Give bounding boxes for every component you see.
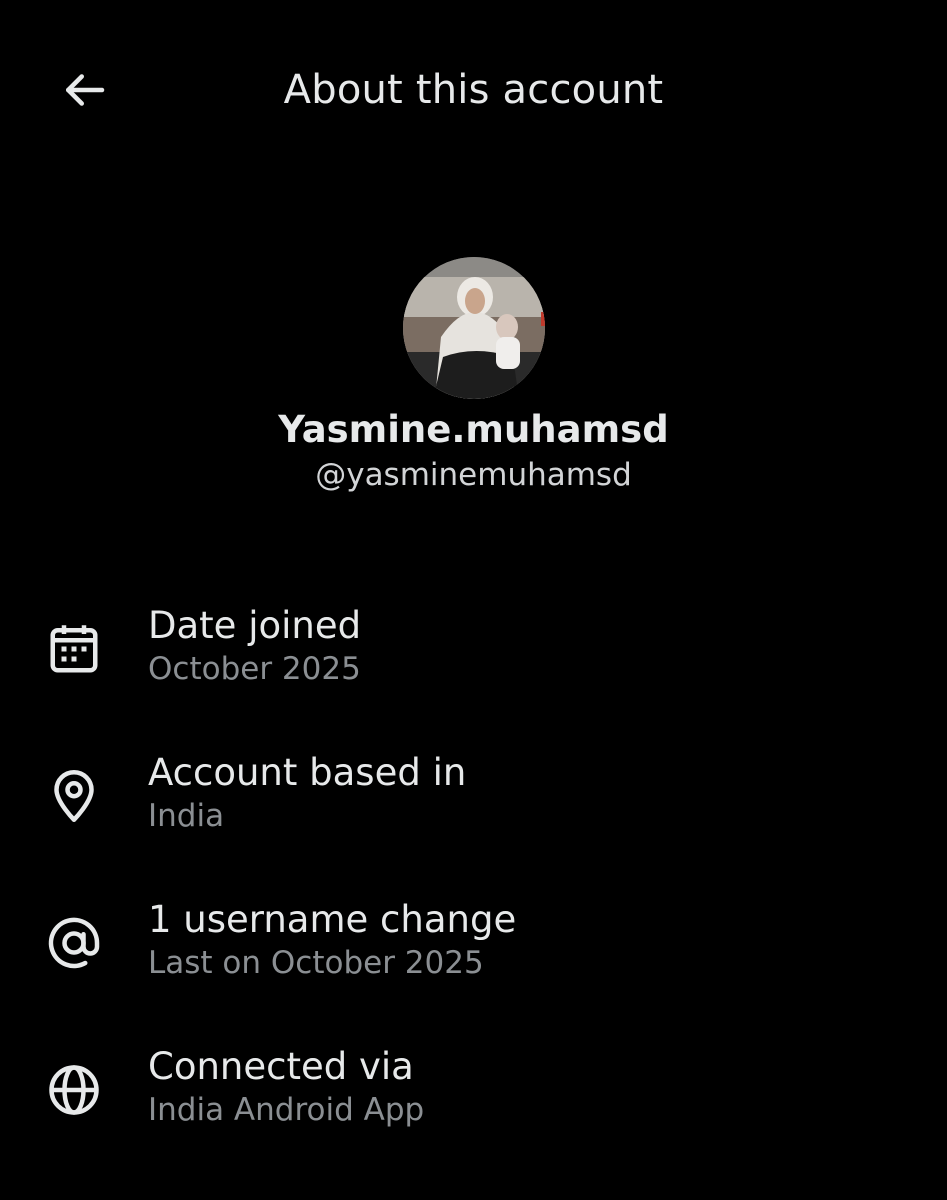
detail-title: Date joined (148, 604, 362, 647)
globe-icon (49, 1065, 99, 1115)
avatar-photo (402, 257, 545, 399)
detail-value: Last on October 2025 (148, 945, 484, 981)
account-details-list: Date joined October 2025 Account based i… (0, 603, 947, 1191)
calendar-icon (50, 625, 98, 673)
detail-row-account-location: Account based in India (0, 750, 947, 897)
detail-value: October 2025 (148, 651, 361, 687)
location-pin-icon (54, 770, 94, 822)
detail-title: Connected via (148, 1045, 414, 1088)
avatar[interactable] (402, 257, 545, 399)
detail-value: India Android App (148, 1092, 425, 1128)
detail-row-date-joined: Date joined October 2025 (0, 603, 947, 750)
detail-row-connected-via: Connected via India Android App (0, 1044, 947, 1191)
display-name: Yasmine.muhamsd (278, 408, 669, 451)
detail-row-username-changes: 1 username change Last on October 2025 (0, 897, 947, 1044)
page-title: About this account (283, 67, 664, 113)
detail-title: Account based in (148, 751, 467, 794)
profile-section: Yasmine.muhamsd @yasminemuhamsd (0, 257, 947, 495)
top-bar: About this account (0, 0, 947, 180)
username-handle: @yasminemuhamsd (315, 457, 632, 493)
detail-title: 1 username change (148, 898, 517, 941)
at-sign-icon (48, 917, 100, 969)
detail-value: India (148, 798, 225, 834)
